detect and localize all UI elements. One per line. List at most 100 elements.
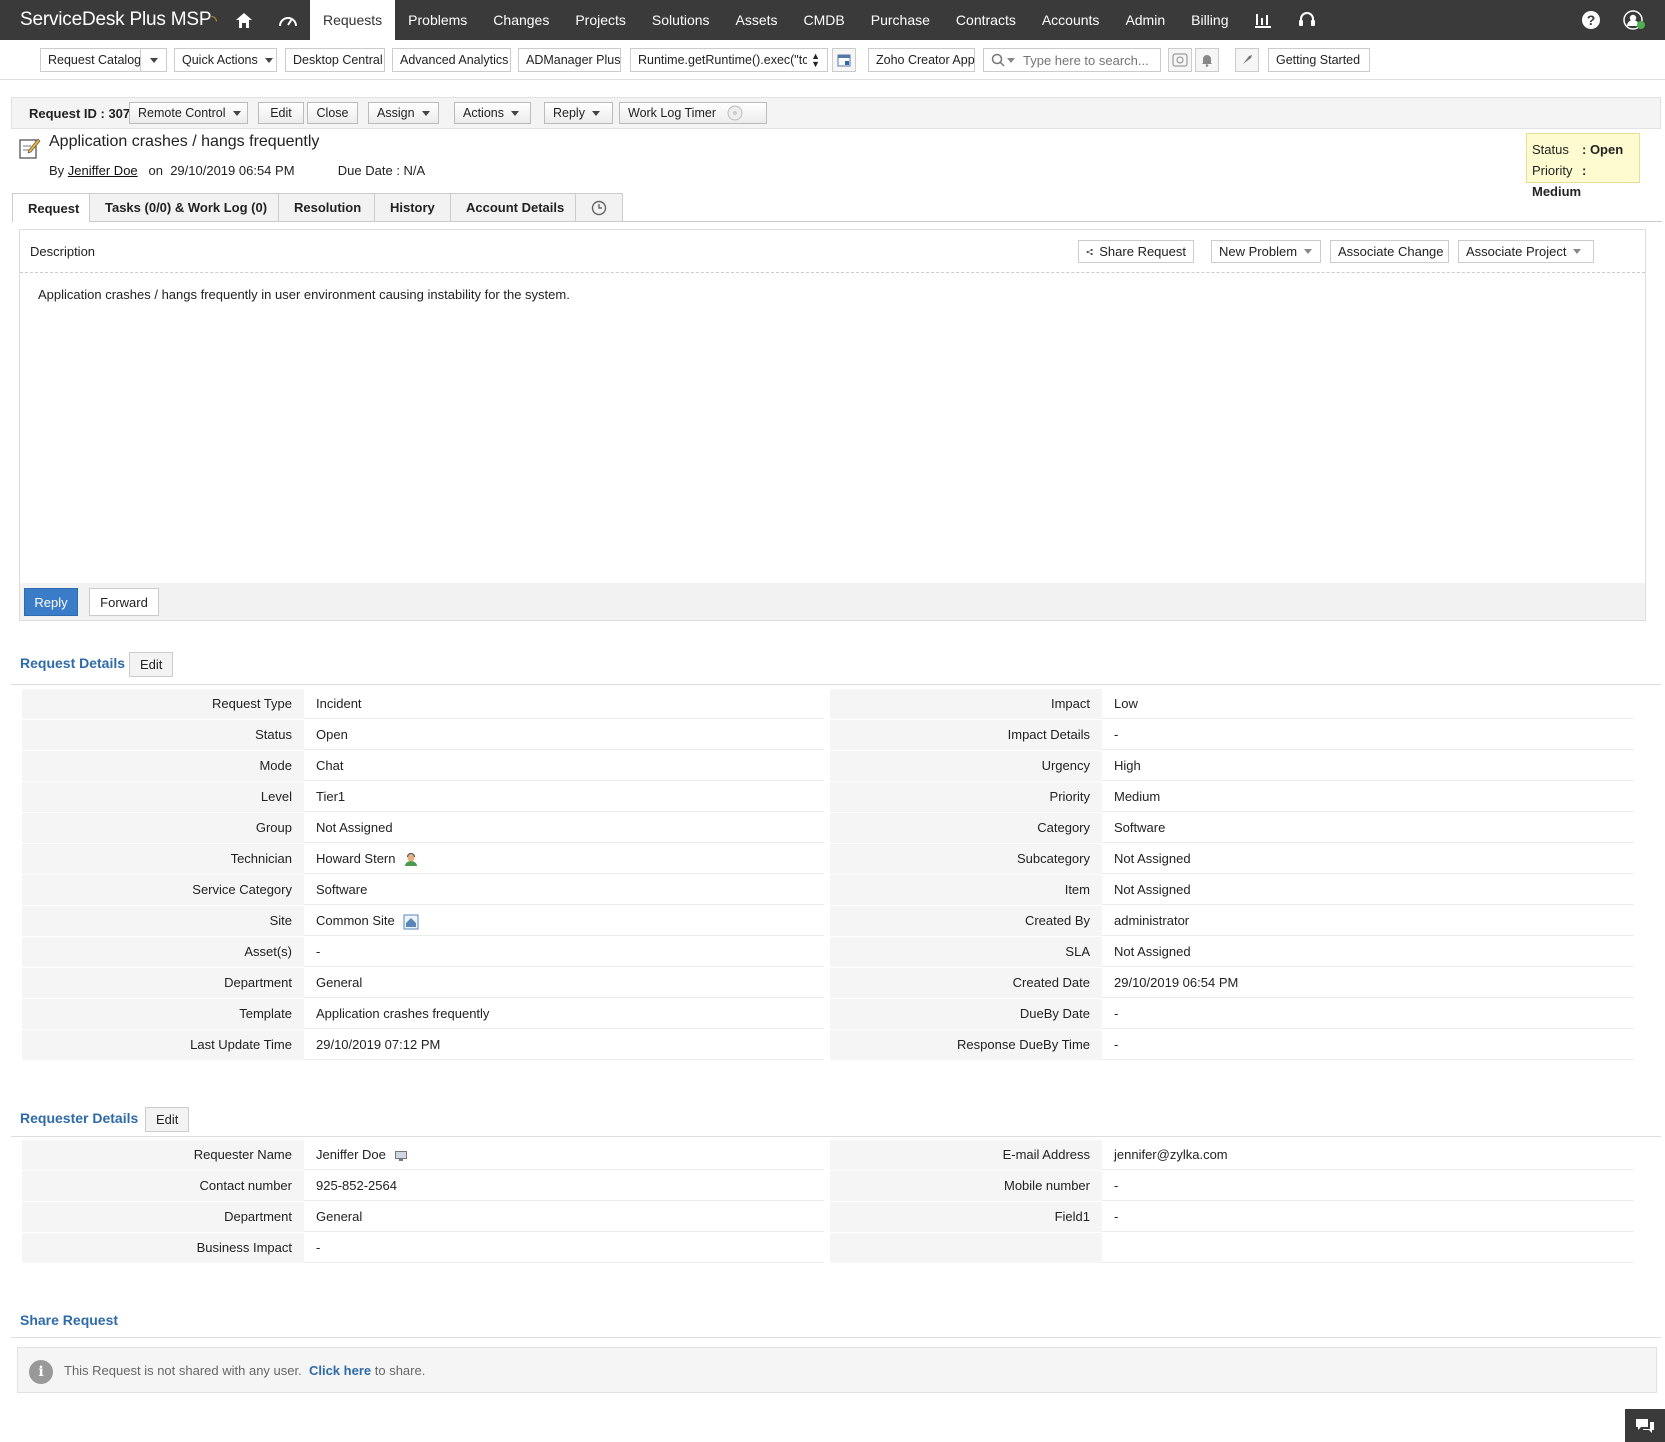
share-request-button[interactable]: Share Request (1078, 240, 1194, 263)
app-logo[interactable]: ServiceDesk Plus MSP◝ (0, 9, 222, 31)
detail-row: Technician Howard Stern Subcategory Not Ass… (22, 844, 1634, 875)
nav-tab-admin[interactable]: Admin (1112, 0, 1178, 40)
nav-tab-requests[interactable]: Requests (310, 0, 396, 40)
timer-icon (727, 105, 743, 121)
detail-cell: Response DueBy Time - (830, 1030, 1634, 1060)
detail-cell: Last Update Time 29/10/2019 07:12 PM (22, 1030, 824, 1060)
tab-timeline[interactable] (576, 193, 623, 222)
technician-icon[interactable] (403, 852, 419, 867)
desktop-central-button[interactable]: Desktop Central (285, 48, 385, 72)
nav-tab-problems[interactable]: Problems (395, 0, 480, 40)
tab-request[interactable]: Request (12, 193, 90, 223)
nav-tab-solutions[interactable]: Solutions (639, 0, 723, 40)
detail-row: Level Tier1 Priority Medium (22, 782, 1634, 813)
edit-button[interactable]: Edit (258, 102, 304, 124)
advanced-analytics-button[interactable]: Advanced Analytics (392, 48, 511, 72)
nav-tab-changes[interactable]: Changes (480, 0, 562, 40)
field-value[interactable]: Jeniffer Doe (316, 1140, 408, 1170)
chevron-down-icon (1304, 249, 1313, 254)
nav-tab-contracts[interactable]: Contracts (943, 0, 1029, 40)
field-value: Low (1114, 696, 1138, 711)
rocket-icon[interactable] (1235, 48, 1259, 72)
field-value: - (1114, 1178, 1119, 1193)
search-input[interactable] (1023, 52, 1153, 68)
zoho-creator-app-button[interactable]: Zoho Creator App (868, 48, 975, 72)
workstation-icon[interactable] (394, 1150, 408, 1162)
field-label: Site (22, 906, 304, 936)
admanager-plus-button[interactable]: ADManager Plus (518, 48, 621, 72)
field-value[interactable]: Howard Stern (316, 844, 419, 874)
scan-icon[interactable] (1168, 48, 1192, 72)
close-button[interactable]: Close (307, 102, 358, 124)
detail-row: Contact number 925-852-2564 Mobile number - (22, 1171, 1634, 1202)
calendar-icon[interactable] (832, 48, 856, 72)
nav-tab-assets[interactable]: Assets (723, 0, 791, 40)
detail-cell (830, 1233, 1634, 1263)
detail-row: Business Impact - (22, 1233, 1634, 1264)
dashboard-icon[interactable] (266, 0, 310, 40)
field-value: Not Assigned (1114, 882, 1191, 897)
assign-button[interactable]: Assign (368, 102, 439, 124)
share-click-here-link[interactable]: Click here (309, 1363, 371, 1378)
nav-tab-billing[interactable]: Billing (1178, 0, 1241, 40)
chevron-down-icon (232, 110, 241, 116)
runtime-select[interactable]: Runtime.getRuntime().exec("tc ▲ ▼ (630, 48, 828, 72)
quick-actions-button[interactable]: Quick Actions (174, 48, 277, 72)
forward-button[interactable]: Forward (89, 588, 159, 616)
field-label: Field1 (830, 1202, 1102, 1232)
reply-dropdown-button[interactable]: Reply (544, 102, 613, 124)
reply-button[interactable]: Reply (24, 588, 78, 616)
getting-started-button[interactable]: Getting Started (1268, 48, 1370, 72)
tab-history[interactable]: History (375, 193, 451, 222)
share-info-box: i This Request is not shared with any us… (17, 1347, 1657, 1393)
site-icon[interactable] (403, 914, 419, 930)
tab-tasks-worklog[interactable]: Tasks (0/0) & Work Log (0) (90, 193, 279, 222)
description-text: Application crashes / hangs frequently i… (38, 287, 570, 302)
reports-icon[interactable] (1241, 0, 1285, 40)
associate-project-button[interactable]: Associate Project (1458, 240, 1594, 263)
section-divider (11, 1136, 1661, 1137)
tab-account-details[interactable]: Account Details (451, 193, 576, 222)
user-profile-icon[interactable] (1613, 0, 1657, 40)
request-catalog-button[interactable]: Request Catalog (40, 48, 167, 72)
field-value: Not Assigned (1114, 851, 1191, 866)
nav-tab-cmdb[interactable]: CMDB (791, 0, 858, 40)
work-log-timer-button[interactable]: Work Log Timer (619, 102, 767, 124)
field-value: - (316, 944, 321, 959)
detail-cell: DueBy Date - (830, 999, 1634, 1029)
requester-link[interactable]: Jeniffer Doe (68, 163, 138, 178)
field-label (830, 1233, 1102, 1263)
help-icon[interactable]: ? (1569, 0, 1613, 40)
detail-cell: Item Not Assigned (830, 875, 1634, 905)
chevron-down-icon (511, 110, 519, 116)
request-action-bar: Request ID : 307 Remote Control Edit Clo… (11, 97, 1661, 129)
detail-cell: Group Not Assigned (22, 813, 824, 843)
detail-cell: Created By administrator (830, 906, 1634, 936)
field-value: jennifer@zylka.com (1114, 1147, 1228, 1162)
field-label: Request Type (22, 689, 304, 719)
nav-tab-projects[interactable]: Projects (562, 0, 639, 40)
detail-cell: Created Date 29/10/2019 06:54 PM (830, 968, 1634, 998)
request-details-edit-button[interactable]: Edit (129, 652, 174, 677)
notification-bell-icon[interactable] (1195, 48, 1219, 72)
actions-button[interactable]: Actions (454, 102, 531, 124)
support-headset-icon[interactable] (1285, 0, 1329, 40)
requester-details-edit-button[interactable]: Edit (145, 1107, 190, 1132)
remote-control-button[interactable]: Remote Control (129, 102, 248, 124)
chat-icon[interactable] (1625, 1409, 1665, 1442)
detail-row: Service Category Software Item Not Assigned (22, 875, 1634, 906)
nav-tab-purchase[interactable]: Purchase (858, 0, 943, 40)
new-problem-button[interactable]: New Problem (1211, 240, 1321, 263)
request-catalog-dropdown[interactable] (140, 49, 166, 71)
detail-cell: Service Category Software (22, 875, 824, 905)
request-edit-icon (19, 138, 41, 159)
search-scope-chevron-icon[interactable] (1007, 57, 1015, 63)
search-box[interactable] (983, 48, 1161, 72)
chevron-down-icon (149, 57, 158, 63)
tab-resolution[interactable]: Resolution (279, 193, 375, 222)
home-icon[interactable] (222, 0, 266, 40)
nav-tab-accounts[interactable]: Accounts (1029, 0, 1113, 40)
detail-cell: Field1- (830, 1202, 1634, 1232)
associate-change-button[interactable]: Associate Change (1330, 240, 1449, 263)
share-suffix: to share. (371, 1363, 426, 1378)
